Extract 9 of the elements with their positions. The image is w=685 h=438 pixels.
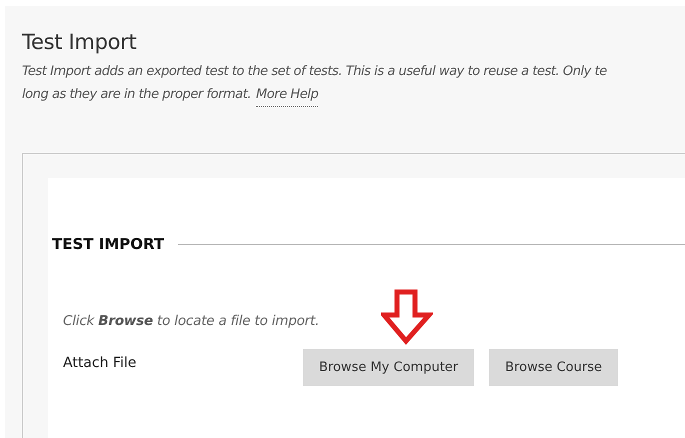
more-help-link[interactable]: More Help <box>256 83 318 107</box>
field-label: Attach File <box>63 354 138 370</box>
page-title: Test Import <box>22 30 138 54</box>
down-arrow-icon <box>381 289 433 345</box>
browse-button[interactable]: Browse Course <box>489 349 618 386</box>
instruction-text: Click Browse to locate a file to import. <box>63 313 320 329</box>
description-text: long as they are in the proper format. <box>22 86 252 104</box>
description-text: Test Import adds an exported test to the set of tests. This is a useful way to reuse a test. Only te <box>22 63 607 81</box>
section-heading: TEST IMPORT <box>52 235 164 253</box>
